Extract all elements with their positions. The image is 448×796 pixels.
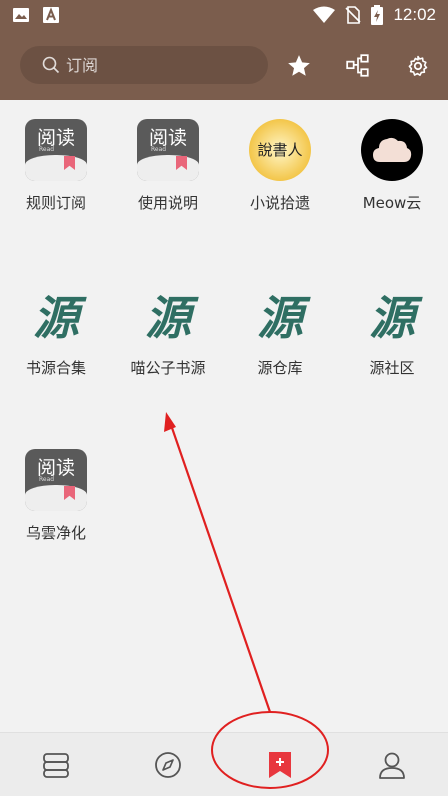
tile-meow-cloud[interactable]: Meow云 (336, 100, 448, 213)
tile-label: 规则订阅 (25, 194, 86, 212)
novel-badge-icon: 說書人 (249, 119, 311, 181)
tile-rule-subscription[interactable]: 阅读 Read 规则订阅 (0, 100, 112, 213)
tile-wuyun-purify[interactable]: 阅读 Read 乌雲净化 (0, 430, 112, 543)
yuan-calligraphy-icon: 源 (33, 291, 79, 345)
tile-usage-guide[interactable]: 阅读 Read 使用说明 (112, 100, 224, 213)
yuan-calligraphy-icon: 源 (257, 291, 303, 345)
compass-icon (155, 752, 181, 778)
tile-label: 源仓库 (257, 359, 303, 377)
tile-label: 小说拾遗 (249, 194, 310, 212)
tile-label: 使用说明 (137, 194, 198, 212)
tile-source-repository[interactable]: 源 源仓库 (224, 265, 336, 378)
read-app-icon: 阅读 Read (137, 119, 199, 181)
tile-label: 乌雲净化 (25, 524, 86, 542)
subscription-icon (269, 752, 291, 778)
wifi-icon (313, 6, 336, 23)
settings-button[interactable] (404, 52, 432, 80)
yuan-calligraphy-icon: 源 (145, 291, 191, 345)
tile-source-community[interactable]: 源 源社区 (336, 265, 448, 378)
search-icon (42, 56, 60, 74)
bookshelf-icon (43, 753, 69, 778)
tile-source-collection[interactable]: 源 书源合集 (0, 265, 112, 378)
star-icon (288, 55, 310, 76)
nav-bookshelf[interactable] (0, 733, 112, 796)
status-bar: 12:02 (0, 0, 448, 32)
share-nodes-icon (346, 54, 369, 77)
no-sim-icon (345, 6, 362, 24)
read-app-icon: 阅读 Read (25, 119, 87, 181)
tile-label: 书源合集 (25, 359, 86, 377)
battery-charging-icon (371, 5, 384, 25)
clock: 12:02 (393, 5, 436, 24)
font-notification-icon (43, 7, 59, 23)
nav-subscription[interactable] (224, 733, 336, 796)
nav-profile[interactable] (336, 733, 448, 796)
share-button[interactable] (344, 52, 372, 80)
annotation-arrow-head (164, 412, 176, 432)
bottom-navigation (0, 732, 448, 796)
read-app-icon: 阅读 Read (25, 449, 87, 511)
tile-label: Meow云 (362, 194, 422, 212)
image-notification-icon (13, 8, 29, 22)
toolbar (0, 32, 448, 100)
annotation-arrow-line (168, 421, 272, 713)
search-box[interactable] (20, 46, 268, 84)
tile-miao-gongzi-source[interactable]: 源 喵公子书源 (112, 265, 224, 378)
cloud-icon (361, 119, 423, 181)
tile-label: 源社区 (369, 359, 415, 377)
profile-icon (379, 752, 405, 779)
gear-icon (408, 55, 428, 76)
tile-label: 喵公子书源 (130, 359, 206, 377)
tile-novel-gleanings[interactable]: 說書人 小说拾遗 (224, 100, 336, 213)
search-input[interactable] (66, 55, 246, 75)
yuan-calligraphy-icon: 源 (369, 291, 415, 345)
star-button[interactable] (285, 52, 313, 80)
nav-discover[interactable] (112, 733, 224, 796)
